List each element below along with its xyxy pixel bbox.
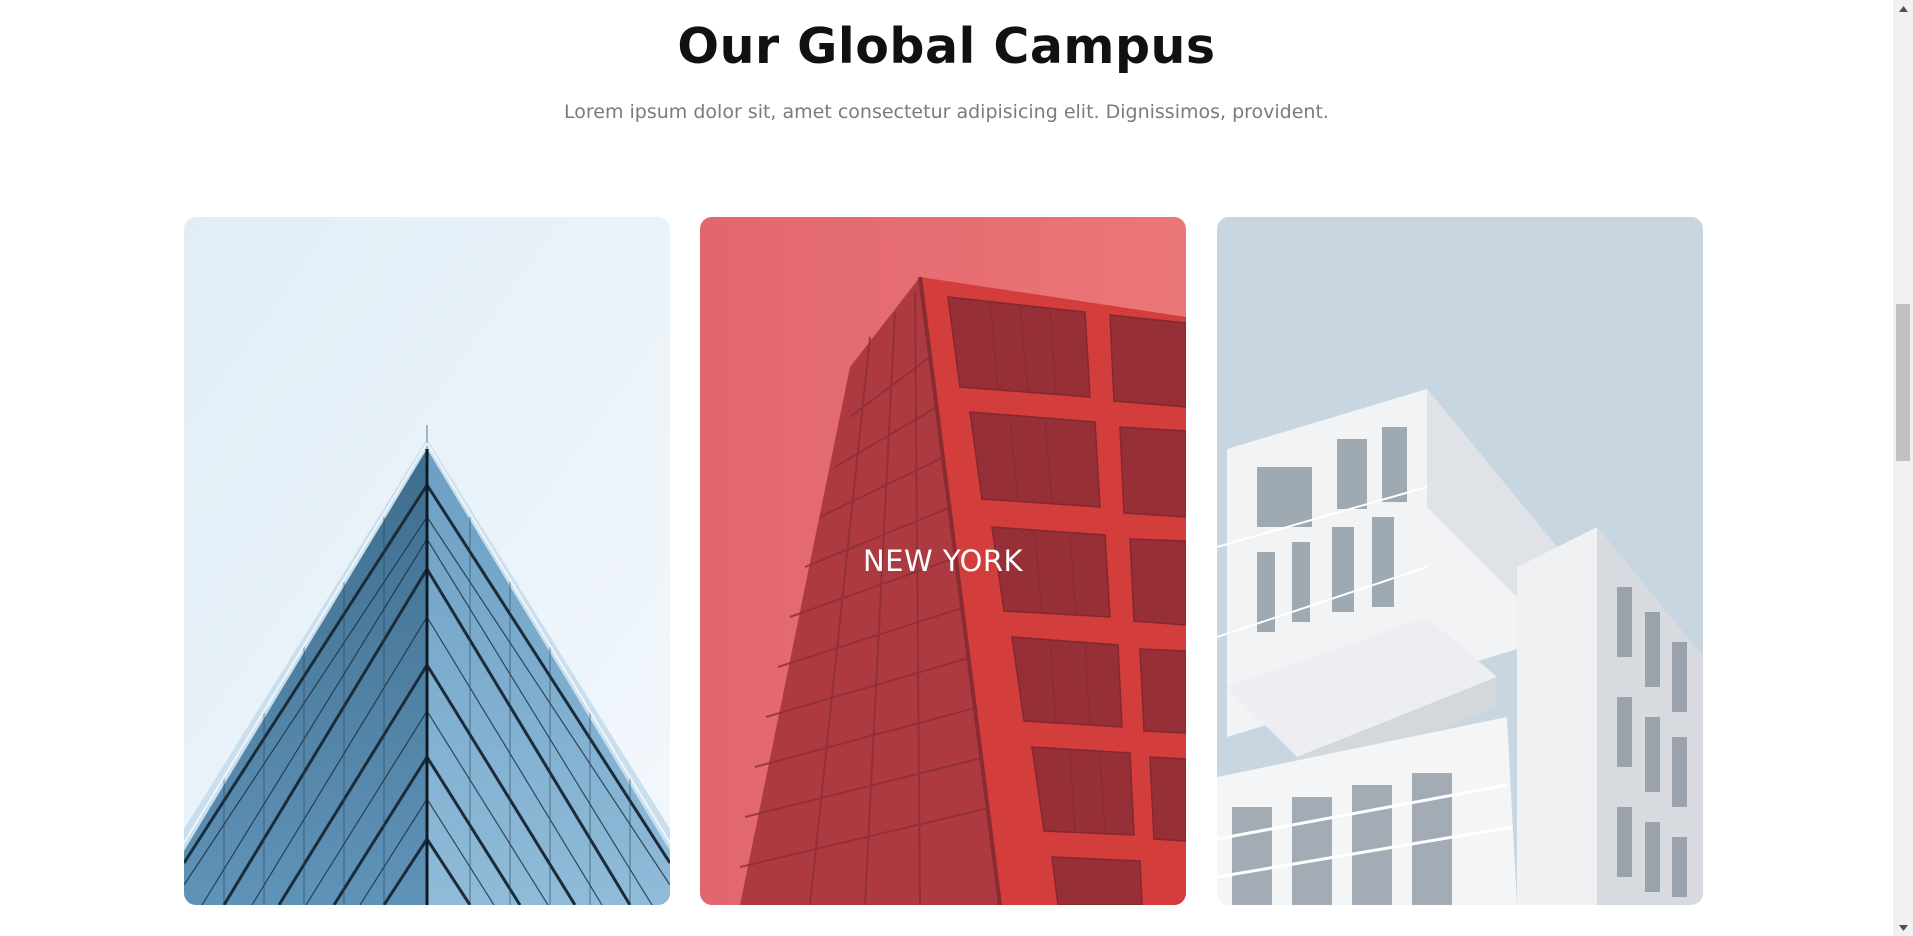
scroll-up-arrow-icon[interactable] [1893,0,1913,17]
vertical-scrollbar[interactable] [1893,0,1913,936]
white-modular-building-image [1217,217,1703,905]
campus-section: Our Global Campus Lorem ipsum dolor sit,… [0,0,1893,936]
scroll-down-arrow-icon[interactable] [1893,919,1913,936]
section-subtitle: Lorem ipsum dolor sit, amet consectetur … [564,101,1329,123]
section-title: Our Global Campus [677,18,1216,75]
campus-card-new-york[interactable]: NEW YORK [700,217,1186,905]
scrollbar-thumb[interactable] [1896,304,1910,461]
glass-pyramid-building-image [184,217,670,905]
campus-card[interactable] [184,217,670,905]
campus-label[interactable]: NEW YORK [700,217,1186,905]
campus-card[interactable] [1217,217,1703,905]
